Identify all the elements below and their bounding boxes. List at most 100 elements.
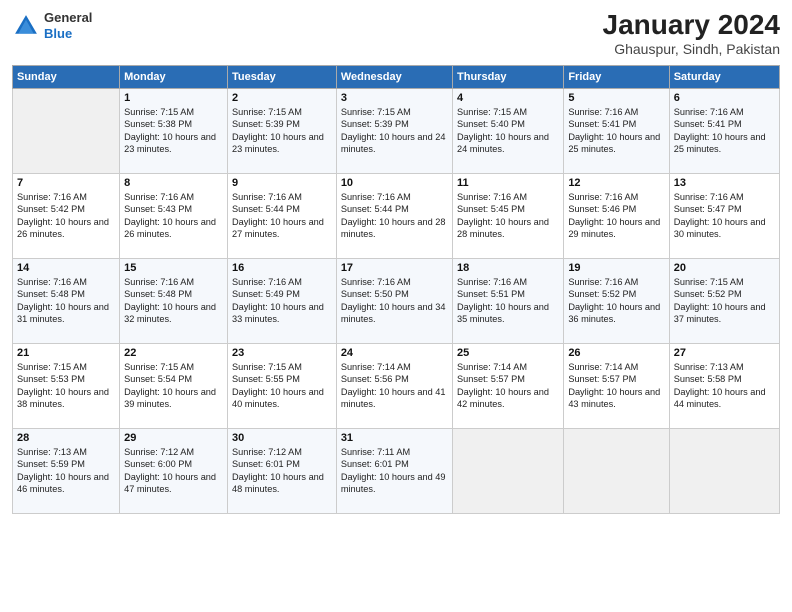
calendar-cell: 26 Sunrise: 7:14 AMSunset: 5:57 PMDayligh… — [564, 343, 669, 428]
day-number: 9 — [232, 177, 332, 189]
day-info: Sunrise: 7:16 AMSunset: 5:45 PMDaylight:… — [457, 191, 559, 241]
calendar-header-thursday: Thursday — [453, 65, 564, 88]
calendar-cell: 13 Sunrise: 7:16 AMSunset: 5:47 PMDayligh… — [669, 173, 779, 258]
calendar-table: SundayMondayTuesdayWednesdayThursdayFrid… — [12, 65, 780, 514]
calendar-cell — [669, 428, 779, 513]
calendar-cell: 20Sunrise: 7:15 AMSunset: 5:52 PMDayligh… — [669, 258, 779, 343]
day-number: 28 — [17, 432, 115, 444]
calendar-cell — [564, 428, 669, 513]
calendar-cell: 11Sunrise: 7:16 AMSunset: 5:45 PMDayligh… — [453, 173, 564, 258]
calendar-cell: 25 Sunrise: 7:14 AMSunset: 5:57 PMDayligh… — [453, 343, 564, 428]
calendar-header-row: SundayMondayTuesdayWednesdayThursdayFrid… — [13, 65, 780, 88]
calendar-week-row: 14 Sunrise: 7:16 AMSunset: 5:48 PMDayligh… — [13, 258, 780, 343]
day-info: Sunrise: 7:16 AMSunset: 5:47 PMDaylight:… — [674, 191, 775, 241]
calendar-cell: 22 Sunrise: 7:15 AMSunset: 5:54 PMDayligh… — [120, 343, 228, 428]
day-number: 23 — [232, 347, 332, 359]
calendar-cell: 30 Sunrise: 7:12 AMSunset: 6:01 PMDayligh… — [227, 428, 336, 513]
logo-text: General Blue — [44, 10, 92, 41]
day-number: 27 — [674, 347, 775, 359]
calendar-cell: 3 Sunrise: 7:15 AMSunset: 5:39 PMDaylight… — [336, 88, 452, 173]
calendar-cell: 2 Sunrise: 7:15 AMSunset: 5:39 PMDaylight… — [227, 88, 336, 173]
day-info: Sunrise: 7:13 AMSunset: 5:59 PMDaylight:… — [17, 446, 115, 496]
day-number: 26 — [568, 347, 664, 359]
day-info: Sunrise: 7:14 AMSunset: 5:56 PMDaylight:… — [341, 361, 448, 411]
day-number: 5 — [568, 92, 664, 104]
day-number: 30 — [232, 432, 332, 444]
day-info: Sunrise: 7:12 AMSunset: 6:00 PMDaylight:… — [124, 446, 223, 496]
calendar-cell: 16 Sunrise: 7:16 AMSunset: 5:49 PMDayligh… — [227, 258, 336, 343]
calendar-cell: 28 Sunrise: 7:13 AMSunset: 5:59 PMDayligh… — [13, 428, 120, 513]
day-number: 25 — [457, 347, 559, 359]
day-info: Sunrise: 7:14 AMSunset: 5:57 PMDaylight:… — [457, 361, 559, 411]
day-number: 6 — [674, 92, 775, 104]
day-info: Sunrise: 7:11 AMSunset: 6:01 PMDaylight:… — [341, 446, 448, 496]
day-info: Sunrise: 7:15 AMSunset: 5:53 PMDaylight:… — [17, 361, 115, 411]
calendar-week-row: 1 Sunrise: 7:15 AMSunset: 5:38 PMDaylight… — [13, 88, 780, 173]
calendar-cell: 17 Sunrise: 7:16 AMSunset: 5:50 PMDayligh… — [336, 258, 452, 343]
day-number: 17 — [341, 262, 448, 274]
day-info: Sunrise: 7:15 AMSunset: 5:52 PMDaylight:… — [674, 276, 775, 326]
calendar-header-tuesday: Tuesday — [227, 65, 336, 88]
calendar-cell: 19Sunrise: 7:16 AMSunset: 5:52 PMDayligh… — [564, 258, 669, 343]
day-info: Sunrise: 7:16 AMSunset: 5:48 PMDaylight:… — [17, 276, 115, 326]
day-number: 16 — [232, 262, 332, 274]
day-info: Sunrise: 7:16 AMSunset: 5:44 PMDaylight:… — [341, 191, 448, 241]
day-number: 10 — [341, 177, 448, 189]
day-number: 22 — [124, 347, 223, 359]
page-subtitle: Ghauspur, Sindh, Pakistan — [603, 41, 780, 57]
day-number: 2 — [232, 92, 332, 104]
day-info: Sunrise: 7:12 AMSunset: 6:01 PMDaylight:… — [232, 446, 332, 496]
calendar-cell — [453, 428, 564, 513]
calendar-cell: 6 Sunrise: 7:16 AMSunset: 5:41 PMDaylight… — [669, 88, 779, 173]
day-info: Sunrise: 7:15 AMSunset: 5:55 PMDaylight:… — [232, 361, 332, 411]
calendar-week-row: 7Sunrise: 7:16 AMSunset: 5:42 PMDaylight… — [13, 173, 780, 258]
day-number: 15 — [124, 262, 223, 274]
day-number: 14 — [17, 262, 115, 274]
calendar-cell: 12Sunrise: 7:16 AMSunset: 5:46 PMDayligh… — [564, 173, 669, 258]
calendar-cell: 4 Sunrise: 7:15 AMSunset: 5:40 PMDaylight… — [453, 88, 564, 173]
day-number: 3 — [341, 92, 448, 104]
logo-icon — [12, 12, 40, 40]
day-info: Sunrise: 7:16 AMSunset: 5:41 PMDaylight:… — [674, 106, 775, 156]
day-info: Sunrise: 7:15 AMSunset: 5:39 PMDaylight:… — [232, 106, 332, 156]
day-info: Sunrise: 7:16 AMSunset: 5:41 PMDaylight:… — [568, 106, 664, 156]
day-number: 31 — [341, 432, 448, 444]
calendar-cell: 18 Sunrise: 7:16 AMSunset: 5:51 PMDayligh… — [453, 258, 564, 343]
day-number: 29 — [124, 432, 223, 444]
day-info: Sunrise: 7:15 AMSunset: 5:54 PMDaylight:… — [124, 361, 223, 411]
day-number: 4 — [457, 92, 559, 104]
day-number: 1 — [124, 92, 223, 104]
calendar-header-saturday: Saturday — [669, 65, 779, 88]
calendar-week-row: 21 Sunrise: 7:15 AMSunset: 5:53 PMDayligh… — [13, 343, 780, 428]
day-info: Sunrise: 7:13 AMSunset: 5:58 PMDaylight:… — [674, 361, 775, 411]
day-number: 21 — [17, 347, 115, 359]
day-info: Sunrise: 7:15 AMSunset: 5:40 PMDaylight:… — [457, 106, 559, 156]
calendar-cell: 14 Sunrise: 7:16 AMSunset: 5:48 PMDayligh… — [13, 258, 120, 343]
day-info: Sunrise: 7:16 AMSunset: 5:51 PMDaylight:… — [457, 276, 559, 326]
calendar-cell: 9Sunrise: 7:16 AMSunset: 5:44 PMDaylight… — [227, 173, 336, 258]
day-info: Sunrise: 7:16 AMSunset: 5:49 PMDaylight:… — [232, 276, 332, 326]
calendar-cell: 21 Sunrise: 7:15 AMSunset: 5:53 PMDayligh… — [13, 343, 120, 428]
page-title: January 2024 — [603, 10, 780, 41]
calendar-cell: 24 Sunrise: 7:14 AMSunset: 5:56 PMDayligh… — [336, 343, 452, 428]
day-info: Sunrise: 7:15 AMSunset: 5:38 PMDaylight:… — [124, 106, 223, 156]
day-number: 24 — [341, 347, 448, 359]
day-info: Sunrise: 7:16 AMSunset: 5:43 PMDaylight:… — [124, 191, 223, 241]
calendar-cell: 15 Sunrise: 7:16 AMSunset: 5:48 PMDayligh… — [120, 258, 228, 343]
day-number: 18 — [457, 262, 559, 274]
calendar-header-sunday: Sunday — [13, 65, 120, 88]
day-info: Sunrise: 7:16 AMSunset: 5:48 PMDaylight:… — [124, 276, 223, 326]
day-info: Sunrise: 7:16 AMSunset: 5:50 PMDaylight:… — [341, 276, 448, 326]
calendar-cell: 1 Sunrise: 7:15 AMSunset: 5:38 PMDaylight… — [120, 88, 228, 173]
day-info: Sunrise: 7:14 AMSunset: 5:57 PMDaylight:… — [568, 361, 664, 411]
day-info: Sunrise: 7:15 AMSunset: 5:39 PMDaylight:… — [341, 106, 448, 156]
day-info: Sunrise: 7:16 AMSunset: 5:46 PMDaylight:… — [568, 191, 664, 241]
header: General Blue January 2024 Ghauspur, Sind… — [12, 10, 780, 57]
page: General Blue January 2024 Ghauspur, Sind… — [0, 0, 792, 612]
title-block: January 2024 Ghauspur, Sindh, Pakistan — [603, 10, 780, 57]
calendar-cell: 5 Sunrise: 7:16 AMSunset: 5:41 PMDaylight… — [564, 88, 669, 173]
calendar-cell: 10 Sunrise: 7:16 AMSunset: 5:44 PMDayligh… — [336, 173, 452, 258]
day-number: 19 — [568, 262, 664, 274]
calendar-cell: 8Sunrise: 7:16 AMSunset: 5:43 PMDaylight… — [120, 173, 228, 258]
day-number: 13 — [674, 177, 775, 189]
